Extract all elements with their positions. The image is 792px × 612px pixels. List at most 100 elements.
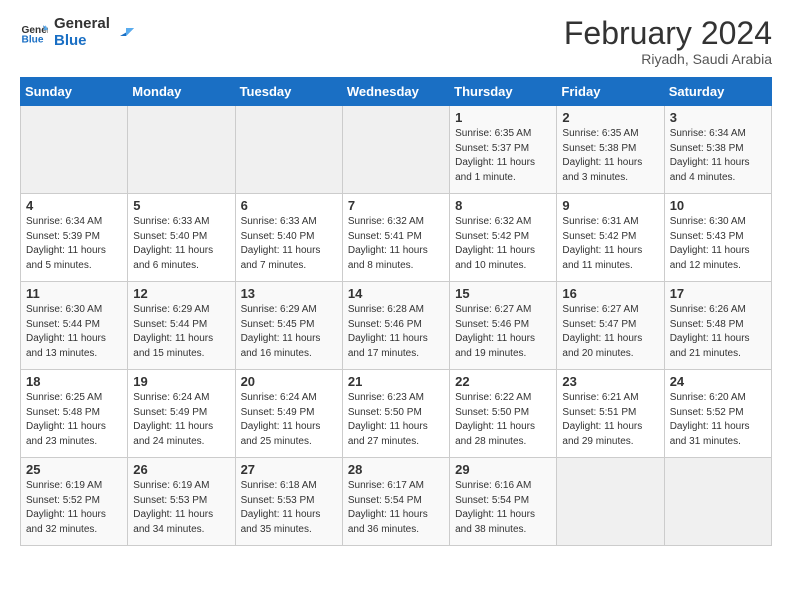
calendar-cell: 17 Sunrise: 6:26 AM Sunset: 5:48 PM Dayli… (664, 282, 771, 370)
day-number: 22 (455, 374, 551, 389)
weekday-header-monday: Monday (128, 78, 235, 106)
day-number: 23 (562, 374, 658, 389)
day-info: Sunrise: 6:23 AM Sunset: 5:50 PM Dayligh… (348, 391, 444, 449)
day-info: Sunrise: 6:19 AM Sunset: 5:52 PM Dayligh… (26, 479, 122, 537)
calendar-cell: 25 Sunrise: 6:19 AM Sunset: 5:52 PM Dayli… (21, 458, 128, 546)
logo: General Blue General Blue (20, 16, 138, 49)
header: General Blue General Blue February 2024 … (20, 16, 772, 67)
calendar-table: SundayMondayTuesdayWednesdayThursdayFrid… (20, 77, 772, 546)
weekday-header-row: SundayMondayTuesdayWednesdayThursdayFrid… (21, 78, 772, 106)
calendar-cell: 18 Sunrise: 6:25 AM Sunset: 5:48 PM Dayli… (21, 370, 128, 458)
calendar-week-row: 4 Sunrise: 6:34 AM Sunset: 5:39 PM Daylig… (21, 194, 772, 282)
day-info: Sunrise: 6:17 AM Sunset: 5:54 PM Dayligh… (348, 479, 444, 537)
calendar-cell: 21 Sunrise: 6:23 AM Sunset: 5:50 PM Dayli… (342, 370, 449, 458)
day-info: Sunrise: 6:21 AM Sunset: 5:51 PM Dayligh… (562, 391, 658, 449)
day-info: Sunrise: 6:27 AM Sunset: 5:47 PM Dayligh… (562, 303, 658, 361)
calendar-cell: 27 Sunrise: 6:18 AM Sunset: 5:53 PM Dayli… (235, 458, 342, 546)
logo-icon: General Blue (20, 19, 48, 47)
calendar-week-row: 11Sunrise: 6:30 AM Sunset: 5:44 PM Dayli… (21, 282, 772, 370)
day-info: Sunrise: 6:31 AM Sunset: 5:42 PM Dayligh… (562, 215, 658, 273)
weekday-header-thursday: Thursday (450, 78, 557, 106)
calendar-cell: 2Sunrise: 6:35 AM Sunset: 5:38 PM Daylig… (557, 106, 664, 194)
title-block: February 2024 Riyadh, Saudi Arabia (564, 16, 772, 67)
day-info: Sunrise: 6:18 AM Sunset: 5:53 PM Dayligh… (241, 479, 337, 537)
day-info: Sunrise: 6:28 AM Sunset: 5:46 PM Dayligh… (348, 303, 444, 361)
calendar-week-row: 1 Sunrise: 6:35 AM Sunset: 5:37 PM Daylig… (21, 106, 772, 194)
day-info: Sunrise: 6:34 AM Sunset: 5:39 PM Dayligh… (26, 215, 122, 273)
calendar-cell: 15 Sunrise: 6:27 AM Sunset: 5:46 PM Dayli… (450, 282, 557, 370)
day-number: 19 (133, 374, 229, 389)
calendar-cell: 7 Sunrise: 6:32 AM Sunset: 5:41 PM Daylig… (342, 194, 449, 282)
calendar-cell: 1 Sunrise: 6:35 AM Sunset: 5:37 PM Daylig… (450, 106, 557, 194)
calendar-cell: 3 Sunrise: 6:34 AM Sunset: 5:38 PM Daylig… (664, 106, 771, 194)
calendar-cell (21, 106, 128, 194)
day-number: 14 (348, 286, 444, 301)
day-info: Sunrise: 6:20 AM Sunset: 5:52 PM Dayligh… (670, 391, 766, 449)
calendar-week-row: 18 Sunrise: 6:25 AM Sunset: 5:48 PM Dayli… (21, 370, 772, 458)
day-number: 12 (133, 286, 229, 301)
day-number: 21 (348, 374, 444, 389)
calendar-cell (664, 458, 771, 546)
calendar-cell: 12Sunrise: 6:29 AM Sunset: 5:44 PM Dayli… (128, 282, 235, 370)
day-info: Sunrise: 6:33 AM Sunset: 5:40 PM Dayligh… (241, 215, 337, 273)
day-info: Sunrise: 6:24 AM Sunset: 5:49 PM Dayligh… (133, 391, 229, 449)
weekday-header-wednesday: Wednesday (342, 78, 449, 106)
calendar-cell (235, 106, 342, 194)
calendar-cell: 5Sunrise: 6:33 AM Sunset: 5:40 PM Daylig… (128, 194, 235, 282)
calendar-cell: 16Sunrise: 6:27 AM Sunset: 5:47 PM Dayli… (557, 282, 664, 370)
calendar-cell: 22 Sunrise: 6:22 AM Sunset: 5:50 PM Dayli… (450, 370, 557, 458)
calendar-cell: 4 Sunrise: 6:34 AM Sunset: 5:39 PM Daylig… (21, 194, 128, 282)
day-number: 3 (670, 110, 766, 125)
calendar-cell: 23 Sunrise: 6:21 AM Sunset: 5:51 PM Dayli… (557, 370, 664, 458)
day-info: Sunrise: 6:24 AM Sunset: 5:49 PM Dayligh… (241, 391, 337, 449)
calendar-cell (128, 106, 235, 194)
day-info: Sunrise: 6:19 AM Sunset: 5:53 PM Dayligh… (133, 479, 229, 537)
day-number: 15 (455, 286, 551, 301)
day-number: 17 (670, 286, 766, 301)
calendar-page: General Blue General Blue February 2024 … (0, 0, 792, 612)
day-info: Sunrise: 6:26 AM Sunset: 5:48 PM Dayligh… (670, 303, 766, 361)
day-number: 29 (455, 462, 551, 477)
day-info: Sunrise: 6:25 AM Sunset: 5:48 PM Dayligh… (26, 391, 122, 449)
day-number: 27 (241, 462, 337, 477)
calendar-cell: 19 Sunrise: 6:24 AM Sunset: 5:49 PM Dayli… (128, 370, 235, 458)
day-number: 6 (241, 198, 337, 213)
calendar-cell: 29Sunrise: 6:16 AM Sunset: 5:54 PM Dayli… (450, 458, 557, 546)
calendar-title: February 2024 (564, 16, 772, 51)
day-number: 9 (562, 198, 658, 213)
calendar-cell: 13Sunrise: 6:29 AM Sunset: 5:45 PM Dayli… (235, 282, 342, 370)
calendar-cell: 11Sunrise: 6:30 AM Sunset: 5:44 PM Dayli… (21, 282, 128, 370)
calendar-cell: 28Sunrise: 6:17 AM Sunset: 5:54 PM Dayli… (342, 458, 449, 546)
day-number: 4 (26, 198, 122, 213)
day-info: Sunrise: 6:33 AM Sunset: 5:40 PM Dayligh… (133, 215, 229, 273)
logo-general: General (54, 16, 110, 33)
calendar-week-row: 25 Sunrise: 6:19 AM Sunset: 5:52 PM Dayli… (21, 458, 772, 546)
day-info: Sunrise: 6:35 AM Sunset: 5:37 PM Dayligh… (455, 127, 551, 185)
calendar-cell: 26Sunrise: 6:19 AM Sunset: 5:53 PM Dayli… (128, 458, 235, 546)
calendar-cell: 6 Sunrise: 6:33 AM Sunset: 5:40 PM Daylig… (235, 194, 342, 282)
logo-blue: Blue (54, 33, 110, 50)
calendar-cell: 24 Sunrise: 6:20 AM Sunset: 5:52 PM Dayli… (664, 370, 771, 458)
day-number: 7 (348, 198, 444, 213)
day-info: Sunrise: 6:27 AM Sunset: 5:46 PM Dayligh… (455, 303, 551, 361)
calendar-cell: 10 Sunrise: 6:30 AM Sunset: 5:43 PM Dayli… (664, 194, 771, 282)
day-number: 20 (241, 374, 337, 389)
day-info: Sunrise: 6:29 AM Sunset: 5:45 PM Dayligh… (241, 303, 337, 361)
day-info: Sunrise: 6:30 AM Sunset: 5:43 PM Dayligh… (670, 215, 766, 273)
day-number: 18 (26, 374, 122, 389)
day-number: 25 (26, 462, 122, 477)
calendar-cell: 14 Sunrise: 6:28 AM Sunset: 5:46 PM Dayli… (342, 282, 449, 370)
day-number: 10 (670, 198, 766, 213)
calendar-cell: 20 Sunrise: 6:24 AM Sunset: 5:49 PM Dayli… (235, 370, 342, 458)
calendar-cell (342, 106, 449, 194)
svg-text:Blue: Blue (22, 34, 44, 45)
day-number: 24 (670, 374, 766, 389)
day-info: Sunrise: 6:22 AM Sunset: 5:50 PM Dayligh… (455, 391, 551, 449)
weekday-header-friday: Friday (557, 78, 664, 106)
day-info: Sunrise: 6:32 AM Sunset: 5:41 PM Dayligh… (348, 215, 444, 273)
calendar-subtitle: Riyadh, Saudi Arabia (564, 51, 772, 67)
day-info: Sunrise: 6:34 AM Sunset: 5:38 PM Dayligh… (670, 127, 766, 185)
calendar-cell (557, 458, 664, 546)
day-number: 8 (455, 198, 551, 213)
day-number: 1 (455, 110, 551, 125)
